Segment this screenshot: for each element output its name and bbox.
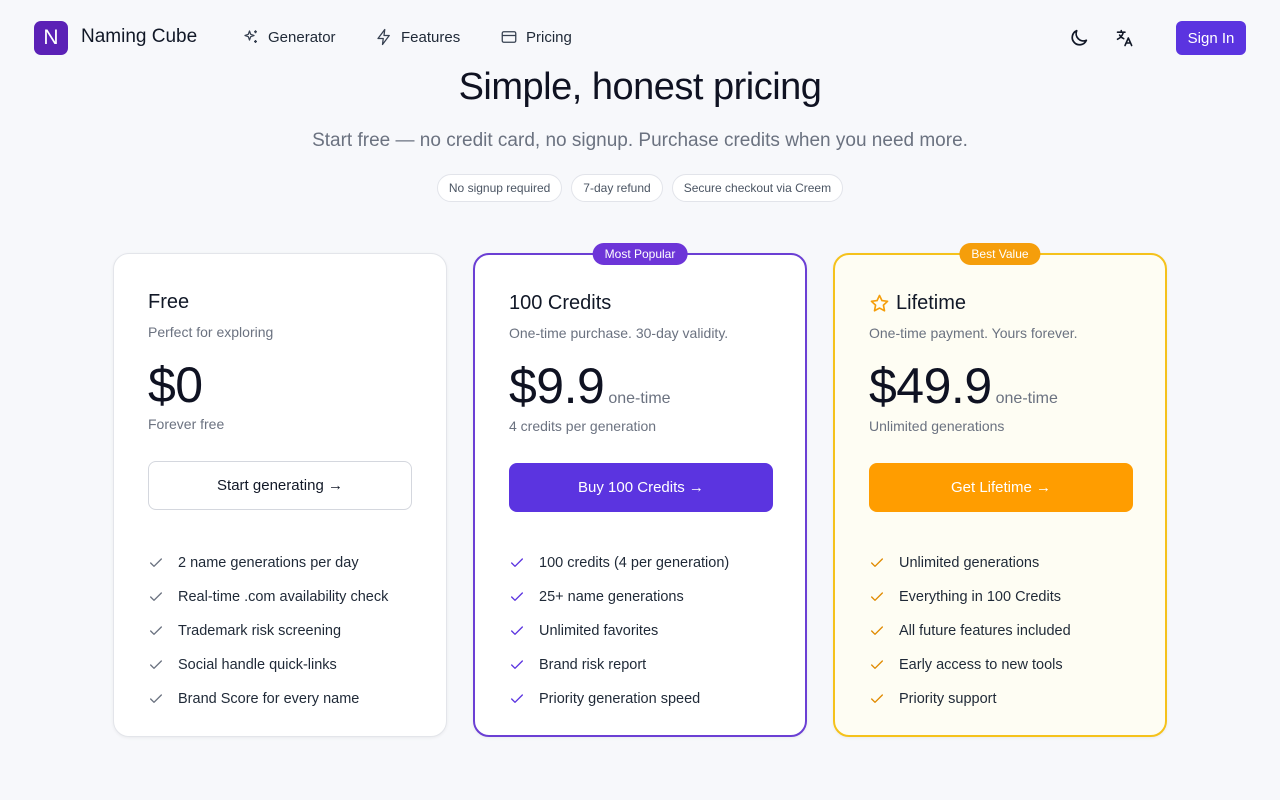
credit-card-icon	[501, 31, 517, 43]
most-popular-badge: Most Popular	[592, 243, 688, 265]
check-icon	[871, 694, 883, 703]
feature-label: Brand risk report	[539, 657, 647, 673]
buy-credits-button[interactable]: Buy 100 Credits →	[509, 463, 773, 512]
start-generating-button[interactable]: Start generating →	[148, 461, 412, 510]
feature-item: 2 name generations per day	[148, 546, 388, 580]
feature-list: Unlimited generations Everything in 100 …	[869, 546, 1071, 716]
feature-label: 100 credits (4 per generation)	[539, 555, 730, 571]
trust-pills: No signup required 7-day refund Secure c…	[0, 174, 1280, 202]
check-icon	[871, 626, 883, 635]
feature-item: Trademark risk screening	[148, 614, 388, 648]
feature-label: All future features included	[899, 623, 1071, 639]
feature-item: Brand risk report	[509, 648, 729, 682]
nav-item-generator[interactable]: Generator	[242, 28, 336, 46]
check-icon	[150, 660, 162, 669]
feature-item: All future features included	[869, 614, 1071, 648]
logo[interactable]: N	[34, 21, 68, 55]
lightning-icon	[377, 28, 390, 46]
plan-card-100-credits: Most Popular 100 Credits One-time purcha…	[473, 243, 807, 737]
check-icon	[511, 694, 523, 703]
check-icon	[871, 558, 883, 567]
feature-item: Priority generation speed	[509, 682, 729, 716]
price-unit: one-time	[995, 390, 1058, 407]
nav-label-pricing: Pricing	[526, 28, 572, 46]
check-icon	[511, 592, 523, 601]
feature-label: Priority support	[899, 691, 997, 707]
feature-item: 25+ name generations	[509, 580, 729, 614]
feature-label: Social handle quick-links	[178, 657, 337, 673]
nav-item-features[interactable]: Features	[375, 28, 460, 46]
get-lifetime-button[interactable]: Get Lifetime →	[869, 463, 1133, 512]
feature-item: Social handle quick-links	[148, 648, 388, 682]
price-row: $49.9 one-time	[869, 357, 1058, 415]
brand-name[interactable]: Naming Cube	[81, 26, 197, 48]
feature-item: Priority support	[869, 682, 1071, 716]
plan-name: 100 Credits	[509, 292, 612, 314]
plan-name: Free	[148, 291, 190, 313]
feature-item: Unlimited generations	[869, 546, 1071, 580]
check-icon	[150, 592, 162, 601]
check-icon	[511, 660, 523, 669]
feature-item: Early access to new tools	[869, 648, 1071, 682]
language-switch-button[interactable]	[1113, 26, 1137, 50]
feature-item: Everything in 100 Credits	[869, 580, 1071, 614]
plan-card-lifetime: Best Value Lifetime One-time payment. Yo…	[833, 243, 1167, 737]
price-row: $9.9 one-time	[509, 357, 671, 415]
pill-secure-checkout: Secure checkout via Creem	[671, 174, 844, 202]
plan-card-free: Free Perfect for exploring $0 Forever fr…	[113, 253, 447, 737]
feature-label: Brand Score for every name	[178, 691, 360, 707]
plan-description: One-time purchase. 30-day validity.	[509, 325, 729, 341]
feature-item: Real-time .com availability check	[148, 580, 388, 614]
check-icon	[511, 626, 523, 635]
check-icon	[150, 558, 162, 567]
feature-label: Real-time .com availability check	[178, 589, 389, 605]
feature-list: 100 credits (4 per generation) 25+ name …	[509, 546, 729, 716]
plan-description: Perfect for exploring	[148, 324, 274, 340]
page-title: Simple, honest pricing	[458, 66, 822, 108]
feature-list: 2 name generations per day Real-time .co…	[148, 546, 388, 716]
feature-label: Trademark risk screening	[178, 623, 342, 639]
top-navigation-bar: N Naming Cube Generator Features Pricing…	[0, 0, 1280, 76]
plan-name: Lifetime	[896, 292, 967, 314]
feature-label: Unlimited generations	[899, 555, 1040, 571]
pill-refund: 7-day refund	[571, 174, 663, 202]
sign-in-button[interactable]: Sign In	[1176, 21, 1246, 55]
feature-label: 25+ name generations	[539, 589, 684, 605]
feature-label: Priority generation speed	[539, 691, 701, 707]
plan-name-row: Lifetime	[869, 292, 966, 315]
translate-icon	[1116, 29, 1133, 47]
check-icon	[511, 558, 523, 567]
feature-item: Unlimited favorites	[509, 614, 729, 648]
price-row: $0	[148, 356, 203, 414]
sparkles-icon	[244, 30, 257, 43]
page-subtitle: Start free — no credit card, no signup. …	[312, 130, 968, 151]
plan-price: $0	[148, 357, 203, 413]
plan-note: Unlimited generations	[869, 418, 1005, 434]
nav-item-pricing[interactable]: Pricing	[500, 28, 572, 46]
plan-note: Forever free	[148, 416, 225, 432]
plan-price: $49.9	[869, 358, 992, 414]
feature-label: Early access to new tools	[899, 657, 1063, 673]
plan-note: 4 credits per generation	[509, 418, 657, 434]
check-icon	[150, 626, 162, 635]
pill-no-signup: No signup required	[436, 174, 563, 202]
moon-icon	[1071, 29, 1088, 46]
price-unit: one-time	[608, 390, 671, 407]
feature-label: 2 name generations per day	[178, 555, 359, 571]
theme-toggle-button[interactable]	[1067, 26, 1091, 50]
check-icon	[871, 592, 883, 601]
feature-label: Everything in 100 Credits	[899, 589, 1061, 605]
nav-label-generator: Generator	[268, 28, 336, 46]
feature-label: Unlimited favorites	[539, 623, 659, 639]
nav-label-features: Features	[401, 28, 461, 46]
feature-item: 100 credits (4 per generation)	[509, 546, 729, 580]
check-icon	[150, 694, 162, 703]
plan-description: One-time payment. Yours forever.	[869, 325, 1078, 341]
best-value-badge: Best Value	[959, 243, 1041, 265]
check-icon	[871, 660, 883, 669]
star-icon	[870, 294, 889, 312]
plan-price: $9.9	[509, 358, 605, 414]
feature-item: Brand Score for every name	[148, 682, 388, 716]
